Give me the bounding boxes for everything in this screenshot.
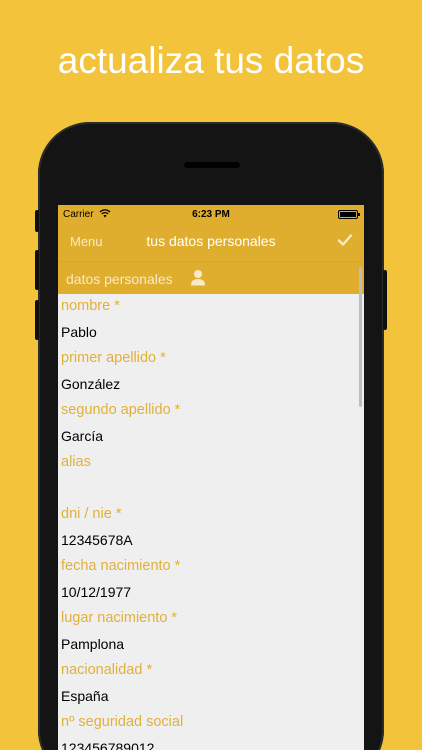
field-label-dni: dni / nie * — [61, 506, 122, 522]
checkmark-icon[interactable] — [336, 231, 354, 249]
power-button — [383, 270, 387, 330]
volume-up-button — [35, 250, 39, 290]
field-label-lugar-nacimiento: lugar nacimiento * — [61, 610, 178, 626]
section-title: datos personales — [66, 271, 173, 287]
status-time: 6:23 PM — [192, 209, 230, 220]
scrollbar[interactable] — [359, 267, 362, 407]
form-fields: nombre * Pablo primer apellido * Gonzále… — [58, 294, 364, 750]
field-label-alias: alias — [61, 454, 91, 470]
navigation-bar: Menu tus datos personales — [58, 223, 364, 261]
page-title: tus datos personales — [146, 233, 276, 249]
field-input-lugar-nacimiento[interactable]: Pamplona — [58, 632, 364, 658]
field-input-seguridad-social[interactable]: 123456789012 — [58, 736, 364, 750]
speaker-grille — [184, 162, 240, 168]
section-header: datos personales — [58, 261, 364, 294]
person-icon — [191, 270, 205, 286]
field-label-segundo-apellido: segundo apellido * — [61, 402, 181, 418]
field-input-primer-apellido[interactable]: González — [58, 372, 364, 398]
field-input-dni[interactable]: 12345678A — [58, 528, 364, 554]
field-input-fecha-nacimiento[interactable]: 10/12/1977 — [58, 580, 364, 606]
status-bar: Carrier 6:23 PM — [58, 205, 364, 223]
field-input-nacionalidad[interactable]: España — [58, 684, 364, 710]
field-label-nacionalidad: nacionalidad * — [61, 662, 153, 678]
volume-down-button — [35, 300, 39, 340]
field-label-nombre: nombre * — [61, 298, 120, 314]
app-screen: Carrier 6:23 PM Menu tus datos personale… — [58, 205, 364, 750]
field-label-fecha-nacimiento: fecha nacimiento * — [61, 558, 181, 574]
field-label-seguridad-social: nº seguridad social — [61, 714, 184, 730]
headline: actualiza tus datos — [57, 40, 365, 81]
field-input-nombre[interactable]: Pablo — [58, 320, 364, 346]
field-input-alias[interactable] — [58, 476, 364, 502]
field-label-primer-apellido: primer apellido * — [61, 350, 166, 366]
mute-switch — [35, 210, 39, 232]
battery-icon — [338, 210, 360, 219]
field-input-segundo-apellido[interactable]: García — [58, 424, 364, 450]
